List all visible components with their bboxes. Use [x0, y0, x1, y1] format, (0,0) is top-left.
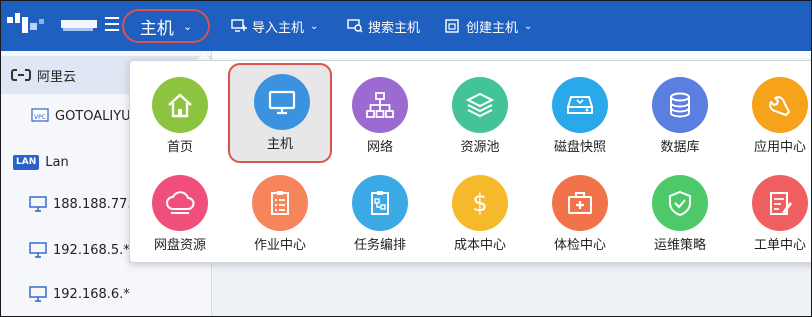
- create-host-label: 创建主机: [466, 20, 519, 36]
- menu-tile-label: 体检中心: [553, 238, 606, 253]
- medkit-icon: [552, 175, 608, 231]
- brand-name-redacted: [61, 20, 97, 28]
- menu-tile-label: 资源池: [460, 140, 500, 155]
- import-host-icon: [231, 19, 247, 33]
- menu-tile-host[interactable]: 主机: [228, 63, 332, 163]
- cloud-icon: [152, 175, 208, 231]
- chevron-down-icon: ⌄: [182, 19, 193, 33]
- disk-icon: [552, 77, 608, 133]
- sidebar-item-label: Lan: [45, 154, 69, 170]
- monitor-icon: [29, 242, 47, 258]
- search-host-button[interactable]: 搜索主机: [347, 16, 420, 36]
- lan-icon: LAN: [13, 154, 40, 170]
- flow-icon: [352, 175, 408, 231]
- sidebar-item-label: 188.188.77.: [53, 196, 132, 212]
- sidebar-item-label: 阿里云: [37, 69, 77, 85]
- search-host-label: 搜索主机: [368, 20, 421, 36]
- main-menu-label: 主机: [139, 18, 174, 39]
- database-icon: [652, 77, 708, 133]
- monitor-icon: [254, 74, 310, 130]
- module-menu-panel: 首页 主机 网络 资源池 磁盘快照 数据库 应用中心 网盘资源 作业中心 任务编…: [129, 60, 811, 263]
- menu-tile-label: 作业中心: [253, 238, 306, 253]
- menu-tile-label: 工单中心: [753, 238, 806, 253]
- svg-text:VPC: VPC: [34, 114, 46, 121]
- menu-tile-ops-strategy[interactable]: 运维策略: [630, 164, 730, 260]
- menu-tile-home[interactable]: 首页: [130, 66, 230, 162]
- menu-tile-label: 应用中心: [753, 140, 806, 155]
- menu-tile-disk-snapshot[interactable]: 磁盘快照: [530, 66, 630, 162]
- app-logo: [7, 13, 49, 39]
- sidebar-item-host[interactable]: 192.168.6.*: [1, 275, 211, 313]
- menu-tile-network[interactable]: 网络: [330, 66, 430, 162]
- main-menu-dropdown[interactable]: 主机 ⌄: [122, 9, 210, 43]
- chevron-down-icon: ⌄: [524, 20, 533, 32]
- menu-tile-label: 首页: [166, 140, 193, 155]
- sidebar-item-label: 192.168.5.*: [53, 242, 130, 258]
- vpc-icon: VPC: [31, 108, 49, 124]
- monitor-icon: [29, 286, 47, 302]
- home-icon: [152, 77, 208, 133]
- network-icon: [352, 77, 408, 133]
- ticket-icon: [752, 175, 808, 231]
- menu-tile-label: 网盘资源: [153, 238, 206, 253]
- create-host-button[interactable]: 创建主机 ⌄: [445, 16, 532, 36]
- menu-tile-netdisk[interactable]: 网盘资源: [130, 164, 230, 260]
- menu-tile-label: 成本中心: [453, 238, 506, 253]
- create-host-icon: [445, 19, 461, 33]
- menu-tile-label: 网络: [366, 140, 393, 155]
- wrench-icon: [752, 77, 808, 133]
- lan-badge: LAN: [13, 154, 40, 170]
- menu-tile-cost-center[interactable]: $ 成本中心: [430, 164, 530, 260]
- chevron-down-icon: ⌄: [310, 20, 319, 32]
- menu-tile-task-orchestration[interactable]: 任务编排: [330, 164, 430, 260]
- search-host-icon: [347, 19, 363, 33]
- menu-tile-job-center[interactable]: 作业中心: [230, 164, 330, 260]
- menu-tile-label: 运维策略: [653, 238, 706, 253]
- top-navigation-bar: 主机 ⌄ 导入主机 ⌄ 搜索主机 创建主机 ⌄: [1, 1, 811, 51]
- menu-tile-label: 主机: [266, 137, 293, 152]
- sidebar-item-label: 192.168.6.*: [53, 286, 130, 302]
- menu-tile-label: 磁盘快照: [553, 140, 606, 155]
- svg-text:$: $: [472, 189, 487, 217]
- menu-tile-checkup-center[interactable]: 体检中心: [530, 164, 630, 260]
- monitor-icon: [29, 196, 47, 212]
- menu-tile-database[interactable]: 数据库: [630, 66, 730, 162]
- aliyun-icon: [11, 68, 31, 82]
- sidebar-item-label: GOTOALIYU: [55, 108, 131, 124]
- hamburger-menu-icon[interactable]: [105, 17, 119, 31]
- brand-name-redacted-line: [63, 28, 93, 31]
- menu-tile-app-center[interactable]: 应用中心: [730, 66, 811, 162]
- menu-tile-label: 数据库: [660, 140, 700, 155]
- import-host-button[interactable]: 导入主机 ⌄: [231, 16, 318, 36]
- layers-icon: [452, 77, 508, 133]
- menu-tile-ticket-center[interactable]: 工单中心: [730, 164, 811, 260]
- shield-icon: [652, 175, 708, 231]
- menu-tile-label: 任务编排: [353, 238, 406, 253]
- checklist-icon: [252, 175, 308, 231]
- app-window: 主机 ⌄ 导入主机 ⌄ 搜索主机 创建主机 ⌄ 阿里云 VPC GOTOALIY…: [0, 0, 812, 317]
- import-host-label: 导入主机: [252, 20, 305, 36]
- dollar-icon: $: [452, 175, 508, 231]
- menu-tile-resource-pool[interactable]: 资源池: [430, 66, 530, 162]
